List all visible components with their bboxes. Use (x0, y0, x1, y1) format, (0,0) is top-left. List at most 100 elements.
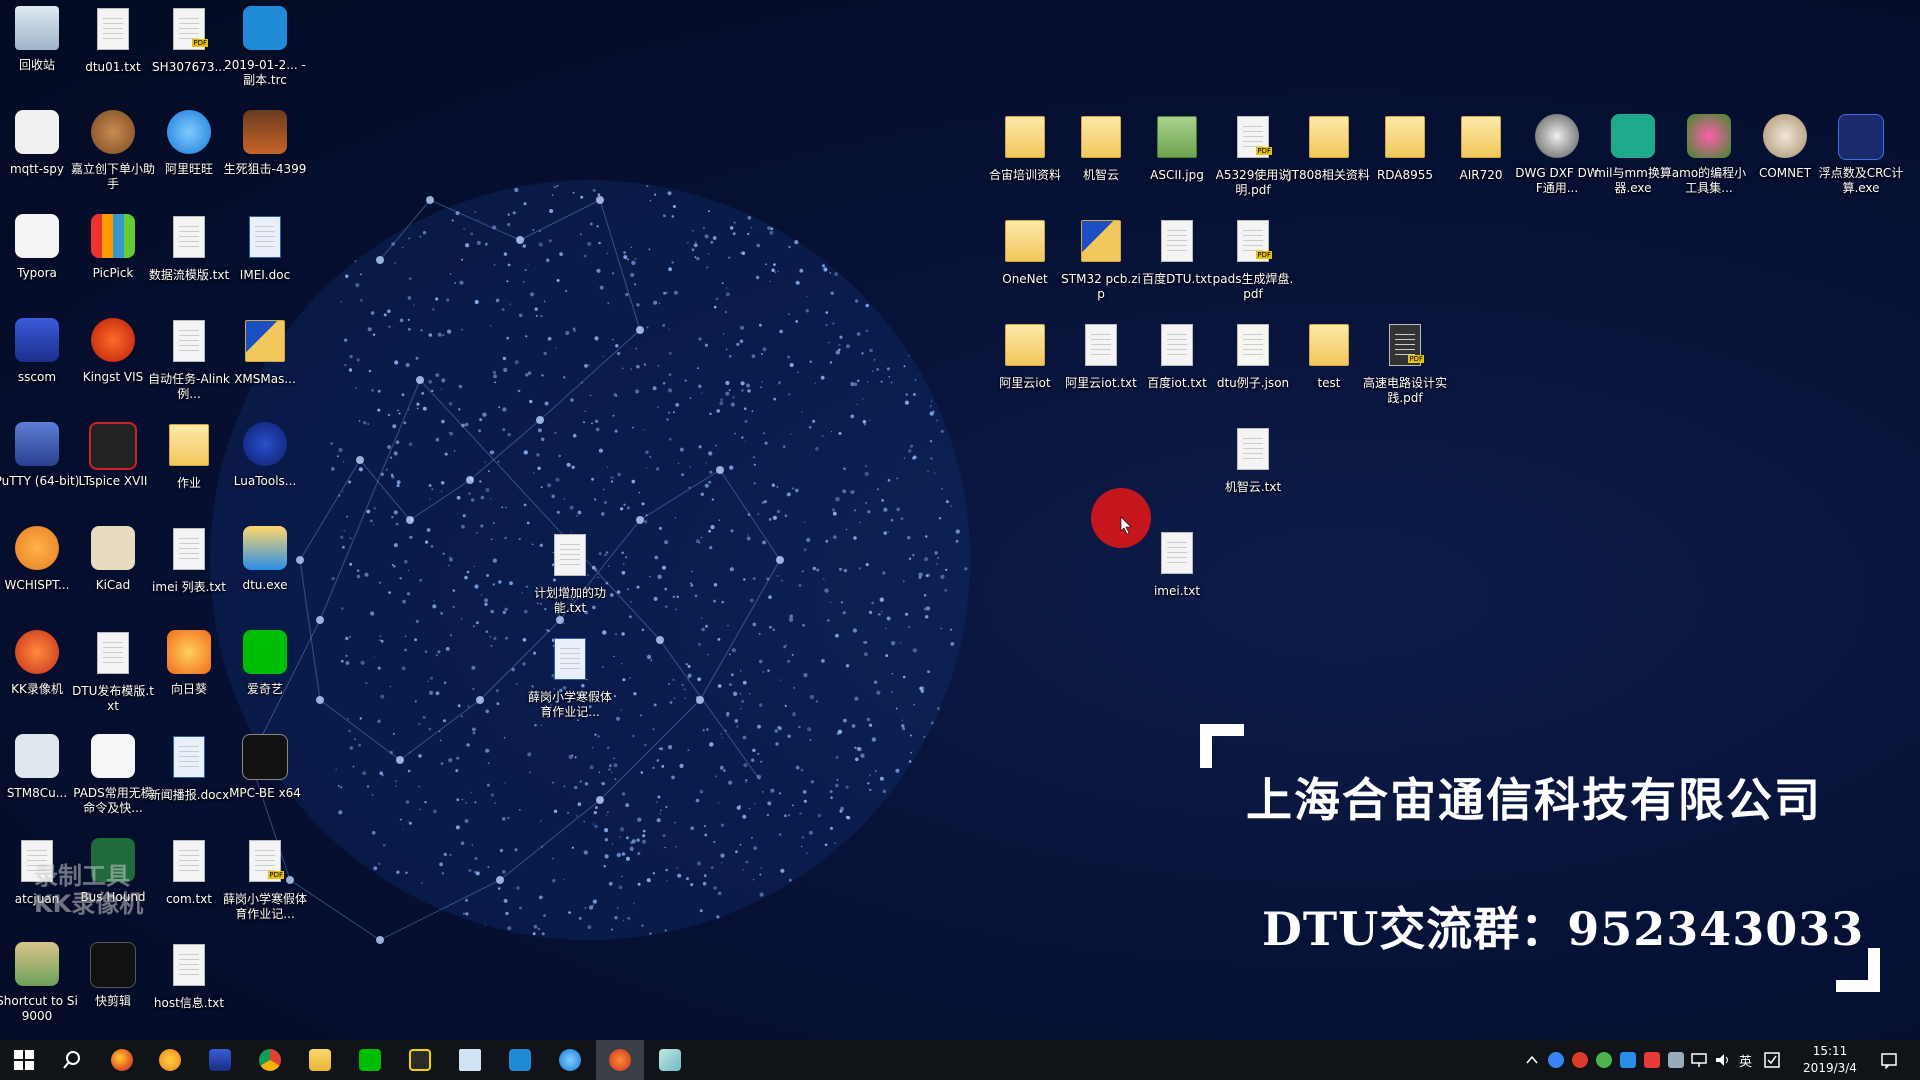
desktop-icon-kingst-vis[interactable]: Kingst VIS (70, 316, 156, 385)
recorder-watermark: 录制工具 KK录像机 (34, 862, 143, 918)
desktop-icon-alink[interactable]: 自动任务-Alink例... (146, 316, 232, 402)
desktop-icon-shortcut-to-si9000[interactable]: Shortcut to Si9000 (0, 940, 80, 1024)
taskbar-app[interactable] (196, 1040, 244, 1080)
app-icon (209, 1049, 231, 1071)
volume-icon[interactable] (1714, 1052, 1732, 1068)
notification-center-icon[interactable] (1880, 1051, 1898, 1069)
taskbar-vscode[interactable] (496, 1040, 544, 1080)
desktop-icon-amo[interactable]: amo的编程小工具集... (1666, 112, 1752, 196)
desktop-icon-air720[interactable]: AIR720 (1438, 112, 1524, 183)
desktop-icon-picpick[interactable]: PicPick (70, 212, 156, 281)
desktop-icon-label: Typora (17, 266, 57, 280)
desktop-icon-xmsmas[interactable]: XMSMas... (222, 316, 308, 387)
taskbar-feather[interactable] (646, 1040, 694, 1080)
dtu-group-text: DTU交流群：952343033 (1262, 902, 1865, 956)
desktop-icon-item[interactable]: 快剪辑 (70, 940, 156, 1009)
desktop-icon-item[interactable]: 向日葵 (146, 628, 232, 697)
desktop-icon-test[interactable]: test (1286, 320, 1372, 391)
desktop-icon-txt[interactable]: 计划增加的功能.txt (527, 530, 613, 616)
desktop-icon-item[interactable]: 薛岗小学寒假体育作业记... (527, 634, 613, 720)
desktop-icon-stm32-pcb-zip[interactable]: STM32 pcb.zip (1058, 216, 1144, 302)
desktop-icon-wchispt[interactable]: WCHISPT... (0, 524, 80, 593)
taskbar-chrome[interactable] (246, 1040, 294, 1080)
desktop-icon-iot-txt[interactable]: 百度iot.txt (1134, 320, 1220, 391)
desktop-icon-item[interactable]: 嘉立创下单小助手 (70, 108, 156, 192)
desktop-icon-pads-pdf[interactable]: pads生成焊盘.pdf (1210, 216, 1296, 302)
desktop-icon-2019-01-2-trc[interactable]: 2019-01-2... - 副本.trc (222, 4, 308, 88)
dtuexe-icon (243, 526, 287, 570)
desktop-icon-dtu-txt[interactable]: 百度DTU.txt (1134, 216, 1220, 287)
tray-app-icon[interactable] (1620, 1052, 1636, 1068)
desktop-icon-mpc-be-x64[interactable]: MPC-BE x64 (222, 732, 308, 801)
desktop-icon-pads[interactable]: PADS常用无模命令及快... (70, 732, 156, 816)
taskbar-firefox[interactable] (98, 1040, 146, 1080)
desktop-icon-item[interactable]: 薛岗小学寒假体育作业记... (222, 836, 308, 922)
desktop-icon-image (1229, 220, 1277, 268)
taskbar-wangwang[interactable] (546, 1040, 594, 1080)
desktop-icon-typora[interactable]: Typora (0, 212, 80, 281)
taskbar-browser[interactable] (146, 1040, 194, 1080)
tray-wechat-icon[interactable] (1596, 1052, 1612, 1068)
desktop-icon-dwg-dxf-dwf[interactable]: DWG DXF DWF通用... (1514, 112, 1600, 196)
desktop-icon-item[interactable]: 作业 (146, 420, 232, 491)
desktop-icon-rda8955[interactable]: RDA8955 (1362, 112, 1448, 183)
taskbar-notes[interactable] (396, 1040, 444, 1080)
clock[interactable]: 15:11 2019/3/4 (1788, 1043, 1872, 1077)
desktop-icon-a5329-pdf[interactable]: A5329使用说明.pdf (1210, 112, 1296, 198)
desktop-icon-label: OneNet (1002, 272, 1048, 286)
desktop-icon-sh307673[interactable]: SH307673... (146, 4, 232, 75)
desktop-icon-mil-mm-exe[interactable]: mil与mm换算器.exe (1590, 112, 1676, 196)
desktop-icon-putty-64-bit[interactable]: PuTTY (64-bit) (0, 420, 80, 489)
desktop-icon-docx[interactable]: 新闻播报.docx (146, 732, 232, 803)
desktop-icon-com-txt[interactable]: com.txt (146, 836, 232, 907)
desktop-icon-kk[interactable]: KK录像机 (0, 628, 80, 697)
luat-icon (243, 422, 287, 466)
desktop-icon-item[interactable]: 回收站 (0, 4, 80, 73)
desktop-icon-txt[interactable]: 机智云.txt (1210, 424, 1296, 495)
desktop-icon-imei-doc[interactable]: IMEI.doc (222, 212, 308, 283)
desktop-icon-image (13, 6, 61, 54)
desktop-icon-4399[interactable]: 生死狙击-4399 (222, 108, 308, 177)
tray-sogou-icon[interactable] (1644, 1052, 1660, 1068)
network-icon[interactable] (1690, 1052, 1708, 1068)
desktop-icon-comnet[interactable]: COMNET (1742, 112, 1828, 181)
desktop-icon-luatools[interactable]: LuaTools... (222, 420, 308, 489)
desktop-icon-ascii-jpg[interactable]: ASCII.jpg (1134, 112, 1220, 183)
desktop-icon-item[interactable]: 爱奇艺 (222, 628, 308, 697)
desktop-icon-item[interactable]: 机智云 (1058, 112, 1144, 183)
desktop-icon-mqtt-spy[interactable]: mqtt-spy (0, 108, 80, 177)
show-hidden-icons-chevron-icon[interactable] (1526, 1054, 1538, 1066)
desktop-icon-dtu-json[interactable]: dtu例子.json (1210, 320, 1296, 391)
desktop-icon-iot[interactable]: 阿里云iot (982, 320, 1068, 391)
desktop-icon-dtu-txt[interactable]: DTU发布模版.txt (70, 628, 156, 714)
tray-checkbox-icon[interactable] (1764, 1052, 1780, 1068)
tray-browser-icon[interactable] (1548, 1052, 1564, 1068)
tray-cloud-icon[interactable] (1668, 1052, 1684, 1068)
desktop-icon-imei-txt[interactable]: imei 列表.txt (146, 524, 232, 595)
taskbar-iqiyi[interactable] (346, 1040, 394, 1080)
desktop-icon-dtu-exe[interactable]: dtu.exe (222, 524, 308, 593)
desktop-icon-onenet[interactable]: OneNet (982, 216, 1068, 287)
desktop-icon-jt808[interactable]: JT808相关资料 (1286, 112, 1372, 183)
desktop-icon-kicad[interactable]: KiCad (70, 524, 156, 593)
ime-indicator[interactable]: 英 (1739, 1051, 1752, 1070)
desktop-icon-stm8cu[interactable]: STM8Cu... (0, 732, 80, 801)
taskbar-kk-recorder[interactable] (596, 1040, 644, 1080)
desktop-icon-item[interactable]: 合宙培训资料 (982, 112, 1068, 183)
start-button[interactable] (0, 1040, 48, 1080)
taskbar-explorer[interactable] (296, 1040, 344, 1080)
desktop-icon-sscom[interactable]: sscom (0, 316, 80, 385)
search-button[interactable] (48, 1040, 96, 1080)
desktop-icon-ltspice-xvii[interactable]: LTspice XVII (70, 420, 156, 489)
desktop-icon-label: ASCII.jpg (1150, 168, 1204, 182)
taskbar-notepad[interactable] (446, 1040, 494, 1080)
desktop-icon-pdf[interactable]: 高速电路设计实践.pdf (1362, 320, 1448, 406)
desktop-icon-crc-exe[interactable]: 浮点数及CRC计算.exe (1818, 112, 1904, 196)
tray-kk-icon[interactable] (1572, 1052, 1588, 1068)
desktop-icon-label: com.txt (166, 892, 212, 906)
desktop-icon-iot-txt[interactable]: 阿里云iot.txt (1058, 320, 1144, 391)
desktop-icon-host-txt[interactable]: host信息.txt (146, 940, 232, 1011)
desktop-icon-item[interactable]: 阿里旺旺 (146, 108, 232, 177)
desktop-icon-txt[interactable]: 数据流模版.txt (146, 212, 232, 283)
desktop-icon-dtu01-txt[interactable]: dtu01.txt (70, 4, 156, 75)
